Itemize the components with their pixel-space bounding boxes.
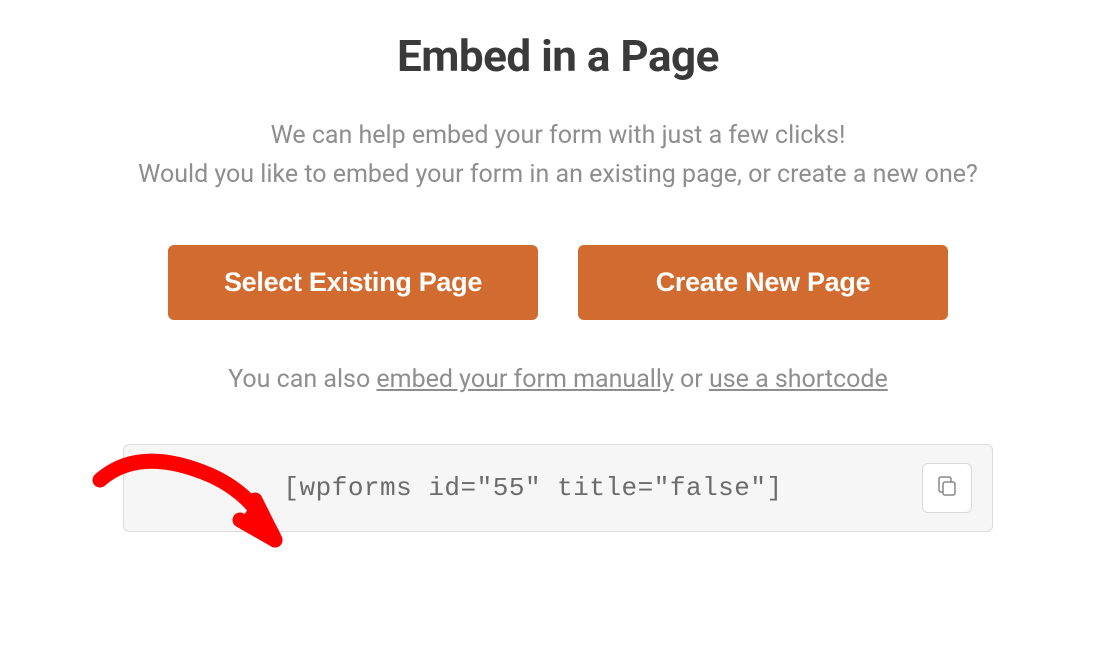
embed-manually-link[interactable]: embed your form manually <box>376 365 673 394</box>
shortcode-box: [wpforms id="55" title="false"] <box>123 444 993 532</box>
helper-prefix: You can also <box>228 365 376 394</box>
shortcode-text: [wpforms id="55" title="false"] <box>144 473 922 503</box>
create-new-page-button[interactable]: Create New Page <box>578 245 948 320</box>
helper-text: You can also embed your form manually or… <box>228 365 888 394</box>
select-existing-page-button[interactable]: Select Existing Page <box>168 245 538 320</box>
description-line-2: Would you like to embed your form in an … <box>138 160 978 189</box>
helper-middle: or <box>674 365 709 394</box>
button-row: Select Existing Page Create New Page <box>168 245 948 320</box>
page-title: Embed in a Page <box>397 30 719 82</box>
description-text: We can help embed your form with just a … <box>138 117 978 195</box>
copy-icon <box>935 474 959 502</box>
use-shortcode-link[interactable]: use a shortcode <box>709 365 888 394</box>
copy-shortcode-button[interactable] <box>922 463 972 513</box>
description-line-1: We can help embed your form with just a … <box>271 121 846 150</box>
